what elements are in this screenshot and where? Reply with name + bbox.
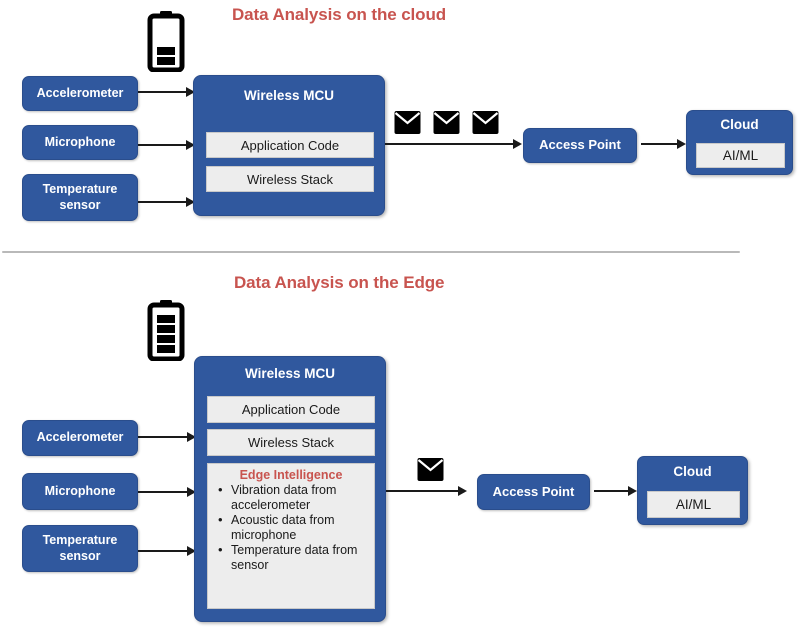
wireless-mcu-edge[interactable]: Wireless MCU Application Code Wireless S…	[194, 356, 386, 622]
mcu-slot-label: Application Code	[241, 402, 341, 417]
access-point-cloud[interactable]: Access Point	[523, 128, 637, 163]
mcu-slot-label: Application Code	[240, 137, 340, 153]
sensor-label: Accelerometer	[36, 85, 124, 100]
access-point-edge[interactable]: Access Point	[477, 474, 590, 510]
sensor-label: Microphone	[44, 483, 116, 498]
mcu-slot-wireless-stack[interactable]: Wireless Stack	[207, 429, 375, 456]
cloud-slot-label: AI/ML	[675, 497, 712, 512]
cloud-title: Cloud	[673, 464, 712, 479]
diagram-canvas: Data Analysis on the cloud Accelerometer…	[0, 0, 799, 631]
cloud-section-title: Data Analysis on the cloud	[232, 5, 447, 24]
cloud-slot-aiml[interactable]: AI/ML	[696, 143, 785, 168]
arrow-temperature-to-mcu	[138, 546, 196, 556]
mcu-slot-wireless-stack[interactable]: Wireless Stack	[206, 166, 374, 192]
arrow-mcu-to-access-point	[386, 486, 467, 496]
envelope-icon	[433, 110, 460, 135]
mcu-slot-label: Wireless Stack	[248, 435, 334, 450]
mcu-slot-application-code[interactable]: Application Code	[207, 396, 375, 423]
battery-full-icon	[146, 299, 186, 361]
envelope-icon	[417, 457, 444, 482]
sensor-box-accelerometer[interactable]: Accelerometer	[22, 420, 138, 456]
list-item: Vibration data from accelerometer	[218, 482, 368, 512]
mcu-slot-application-code[interactable]: Application Code	[206, 132, 374, 158]
mcu-title: Wireless MCU	[245, 366, 335, 381]
arrow-microphone-to-mcu	[138, 487, 196, 497]
sensor-label: Microphone	[44, 134, 116, 149]
edge-intelligence-title: Edge Intelligence	[239, 468, 343, 482]
section-divider	[2, 251, 740, 253]
mcu-slot-label: Wireless Stack	[247, 171, 333, 187]
mcu-title: Wireless MCU	[244, 88, 334, 103]
arrow-mcu-to-access-point	[385, 139, 522, 149]
battery-low-icon	[146, 10, 186, 72]
wireless-mcu-cloud[interactable]: Wireless MCU Application Code Wireless S…	[193, 75, 385, 216]
cloud-slot-label: AI/ML	[722, 148, 759, 163]
envelope-icon	[472, 110, 499, 135]
sensor-box-accelerometer[interactable]: Accelerometer	[22, 76, 138, 111]
envelope-icon	[394, 110, 421, 135]
sensor-label: Accelerometer	[36, 430, 124, 445]
sensor-box-microphone[interactable]: Microphone	[22, 125, 138, 160]
arrow-access-point-to-cloud	[594, 486, 637, 496]
access-point-label: Access Point	[539, 137, 621, 153]
cloud-slot-aiml[interactable]: AI/ML	[647, 491, 740, 518]
arrow-accelerometer-to-mcu	[138, 87, 195, 97]
access-point-label: Access Point	[492, 483, 575, 499]
sensor-box-temperature[interactable]: Temperature sensor	[22, 174, 138, 221]
cloud-box-top[interactable]: Cloud AI/ML	[686, 110, 793, 175]
arrow-access-point-to-cloud	[641, 139, 686, 149]
arrow-accelerometer-to-mcu	[138, 432, 196, 442]
list-item: Temperature data from sensor	[218, 542, 368, 572]
edge-intelligence-list: Vibration data from accelerometer Acoust…	[214, 482, 368, 572]
sensor-label: Temperature sensor	[42, 532, 118, 563]
sensor-box-temperature[interactable]: Temperature sensor	[22, 525, 138, 572]
cloud-title: Cloud	[720, 117, 759, 132]
arrow-temperature-to-mcu	[138, 197, 195, 207]
sensor-box-microphone[interactable]: Microphone	[22, 473, 138, 510]
cloud-box-bottom[interactable]: Cloud AI/ML	[637, 456, 748, 525]
sensor-label: Temperature sensor	[42, 181, 118, 212]
list-item: Acoustic data from microphone	[218, 512, 368, 542]
edge-intelligence-panel: Edge Intelligence Vibration data from ac…	[207, 463, 375, 609]
arrow-microphone-to-mcu	[138, 140, 195, 150]
edge-section-title: Data Analysis on the Edge	[234, 273, 445, 292]
